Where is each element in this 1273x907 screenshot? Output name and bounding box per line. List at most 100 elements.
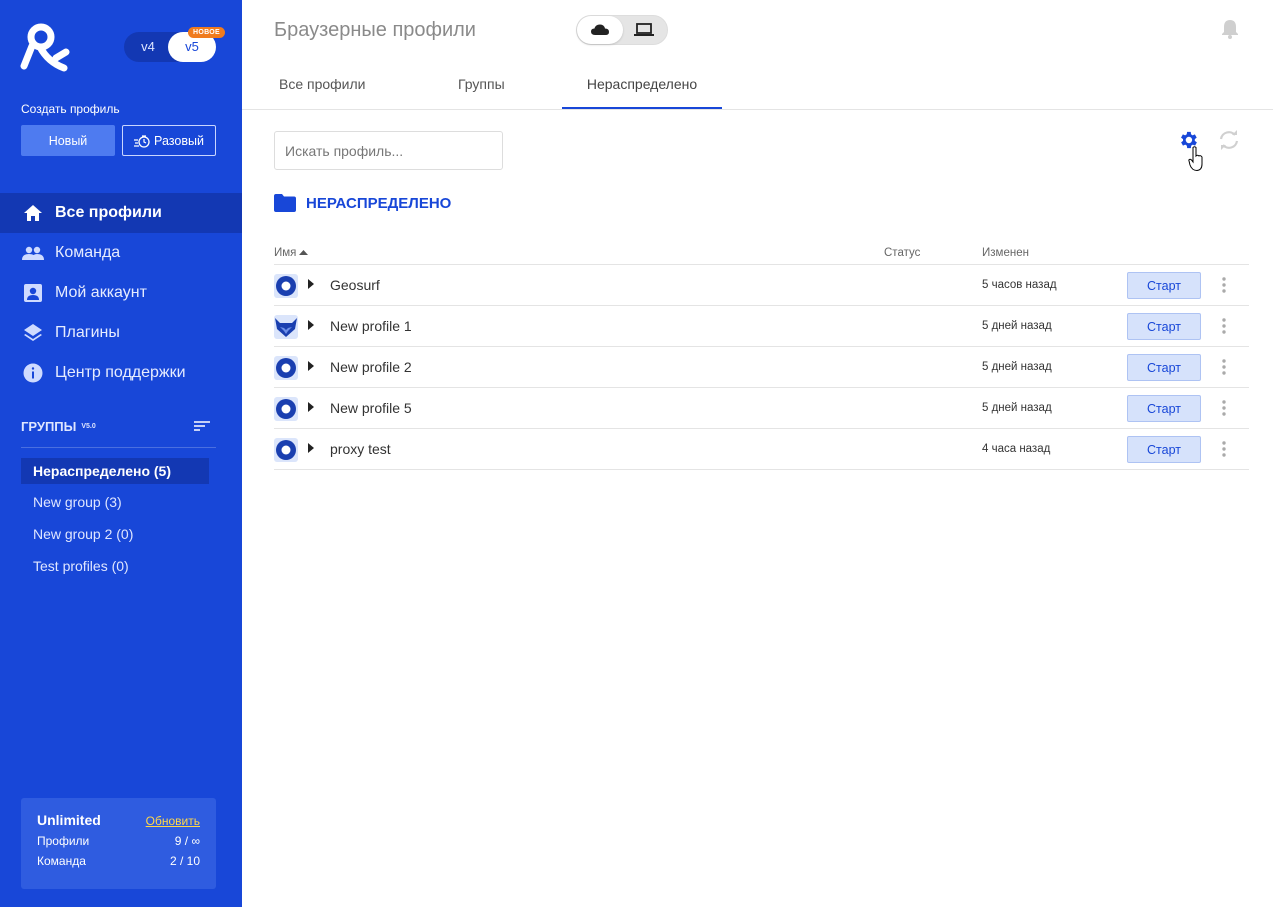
start-button[interactable]: Старт <box>1127 436 1201 463</box>
expand-caret-icon[interactable] <box>308 320 314 330</box>
tab-unassigned[interactable]: Нераспределено <box>562 63 722 109</box>
cloud-mode-option[interactable] <box>577 16 623 44</box>
folder-icon <box>274 194 296 212</box>
main-content: Браузерные профили Все профили Группы Не… <box>242 0 1273 907</box>
expand-caret-icon[interactable] <box>308 402 314 412</box>
profile-name: Geosurf <box>330 277 380 293</box>
create-profile-label: Создать профиль <box>21 102 120 116</box>
search-input[interactable] <box>274 131 503 170</box>
tab-groups[interactable]: Группы <box>458 63 505 109</box>
groups-title: ГРУППЫ <box>21 419 77 434</box>
column-changed-header[interactable]: Изменен <box>982 247 1029 259</box>
folder-heading: НЕРАСПРЕДЕЛЕНО <box>274 194 451 212</box>
nav-item-all-profiles[interactable]: Все профили <box>0 193 242 233</box>
expand-caret-icon[interactable] <box>308 279 314 289</box>
table-row[interactable]: New profile 1 5 дней назад Старт <box>274 306 1249 347</box>
tab-bar: Все профили Группы Нераспределено <box>242 63 1273 110</box>
nav-item-my-account[interactable]: Мой аккаунт <box>0 273 242 313</box>
folder-title: НЕРАСПРЕДЕЛЕНО <box>306 194 452 212</box>
expand-caret-icon[interactable] <box>308 361 314 371</box>
one-time-profile-label: Разовый <box>154 133 204 148</box>
start-button[interactable]: Старт <box>1127 272 1201 299</box>
expand-caret-icon[interactable] <box>308 443 314 453</box>
nav-item-team[interactable]: Команда <box>0 233 242 273</box>
sort-icon[interactable] <box>194 419 210 433</box>
start-button[interactable]: Старт <box>1127 354 1201 381</box>
more-vertical-icon[interactable] <box>1222 400 1226 416</box>
nav-item-label: Мой аккаунт <box>55 284 147 301</box>
storage-mode-toggle[interactable] <box>576 15 668 45</box>
profile-changed: 5 дней назад <box>982 361 1052 373</box>
column-name-label: Имя <box>274 247 297 259</box>
plan-card: Unlimited Обновить Профили 9 / ∞ Команда… <box>21 798 216 889</box>
mimic-icon <box>274 274 298 298</box>
nav-item-label: Все профили <box>55 204 162 221</box>
nav-item-label: Плагины <box>55 324 120 341</box>
nav-item-support[interactable]: Центр поддержки <box>0 353 242 393</box>
table-row[interactable]: Geosurf 5 часов назад Старт <box>274 265 1249 306</box>
nav-item-plugins[interactable]: Плагины <box>0 313 242 353</box>
local-mode-option[interactable] <box>621 16 667 44</box>
more-vertical-icon[interactable] <box>1222 359 1226 375</box>
group-item-new-group-2[interactable]: New group 2 (0) <box>21 522 209 554</box>
profile-changed: 5 дней назад <box>982 402 1052 414</box>
mimic-icon <box>274 438 298 462</box>
timer-icon <box>134 134 150 148</box>
plan-team-row: Команда 2 / 10 <box>37 854 200 868</box>
more-vertical-icon[interactable] <box>1222 441 1226 457</box>
info-icon <box>22 362 44 384</box>
upgrade-link[interactable]: Обновить <box>146 814 200 828</box>
more-vertical-icon[interactable] <box>1222 277 1226 293</box>
page-title: Браузерные профили <box>274 19 476 41</box>
tab-all-profiles[interactable]: Все профили <box>279 63 366 109</box>
column-status-header[interactable]: Статус <box>884 247 920 259</box>
new-profile-button[interactable]: Новый <box>21 125 115 156</box>
nav-item-label: Центр поддержки <box>55 364 186 381</box>
table-header: Имя Статус Изменен <box>274 243 1249 265</box>
groups-version: V5.0 <box>81 423 96 430</box>
start-button[interactable]: Старт <box>1127 395 1201 422</box>
profile-changed: 5 часов назад <box>982 279 1057 291</box>
table-row[interactable]: New profile 5 5 дней назад Старт <box>274 388 1249 429</box>
sort-asc-icon <box>299 250 309 255</box>
fox-icon <box>274 315 298 339</box>
logo-icon[interactable] <box>20 22 70 72</box>
new-badge: НОВОЕ <box>188 27 225 38</box>
plan-profiles-row: Профили 9 / ∞ <box>37 834 200 848</box>
table-row[interactable]: New profile 2 5 дней назад Старт <box>274 347 1249 388</box>
profile-name: New profile 2 <box>330 359 412 375</box>
groups-header: ГРУППЫ V5.0 <box>21 419 216 434</box>
column-name-header[interactable]: Имя <box>274 247 309 259</box>
profiles-table: Имя Статус Изменен Geosurf 5 часов назад… <box>274 243 1249 470</box>
plan-team-value: 2 / 10 <box>169 854 200 868</box>
more-vertical-icon[interactable] <box>1222 318 1226 334</box>
profile-name: New profile 1 <box>330 318 412 334</box>
table-row[interactable]: proxy test 4 часа назад Старт <box>274 429 1249 470</box>
notification-bell-icon[interactable] <box>1221 19 1239 39</box>
mimic-icon <box>274 397 298 421</box>
profile-changed: 4 часа назад <box>982 443 1051 455</box>
group-item-unassigned[interactable]: Нераспределено (5) <box>21 458 209 484</box>
account-icon <box>22 282 44 304</box>
group-item-new-group[interactable]: New group (3) <box>21 490 209 522</box>
hand-cursor-icon <box>1188 146 1203 172</box>
refresh-icon[interactable] <box>1218 130 1240 150</box>
profile-changed: 5 дней назад <box>982 320 1052 332</box>
version-v4-option[interactable]: v4 <box>124 32 172 62</box>
mimic-icon <box>274 356 298 380</box>
cloud-icon <box>591 24 609 35</box>
plan-team-label: Команда <box>37 854 86 868</box>
laptop-icon <box>634 23 654 36</box>
profile-name: proxy test <box>330 441 391 457</box>
team-icon <box>22 242 44 264</box>
group-list: Нераспределено (5) New group (3) New gro… <box>21 458 209 586</box>
plan-profiles-value: 9 / ∞ <box>174 834 200 848</box>
plan-profiles-label: Профили <box>37 834 90 848</box>
home-icon <box>22 202 44 224</box>
profile-name: New profile 5 <box>330 400 412 416</box>
layers-icon <box>22 322 44 344</box>
start-button[interactable]: Старт <box>1127 313 1201 340</box>
group-item-test-profiles[interactable]: Test profiles (0) <box>21 554 209 586</box>
nav-item-label: Команда <box>55 244 121 261</box>
one-time-profile-button[interactable]: Разовый <box>122 125 216 156</box>
